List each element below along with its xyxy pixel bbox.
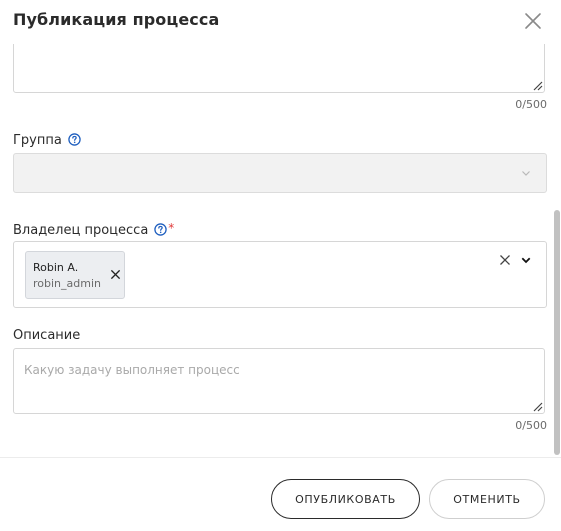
close-icon[interactable] (521, 9, 545, 33)
owner-label: Владелец процесса (13, 223, 149, 238)
chevron-down-icon (522, 171, 530, 176)
cancel-button[interactable]: ОТМЕНИТЬ (429, 479, 545, 519)
clear-icon[interactable] (499, 254, 511, 266)
description-label: Описание (13, 328, 81, 343)
description-textarea[interactable]: Какую задачу выполняет процесс (13, 348, 545, 414)
group-select (13, 153, 547, 193)
owner-label-row: Владелец процесса * (13, 221, 174, 238)
publish-process-dialog: Публикация процесса 0/500 Группа Владеле… (0, 0, 561, 531)
dialog-title: Публикация процесса (13, 10, 220, 29)
group-label-row: Группа (13, 133, 81, 148)
top-textarea-counter: 0/500 (515, 98, 547, 111)
description-placeholder: Какую задачу выполняет процесс (24, 363, 240, 377)
help-circle-icon[interactable] (68, 133, 81, 146)
owner-multiselect[interactable]: Robin A. robin_admin (13, 241, 547, 308)
dialog-scroll-area[interactable]: 0/500 Группа Владелец процесса * Robin A… (0, 44, 561, 456)
description-counter: 0/500 (515, 419, 547, 432)
required-mark: * (168, 221, 175, 235)
owner-chip: Robin A. robin_admin (25, 251, 125, 299)
resize-grip-icon[interactable] (531, 79, 543, 91)
chip-remove-icon[interactable] (110, 269, 121, 280)
publish-button[interactable]: ОПУБЛИКОВАТЬ (271, 479, 420, 519)
chevron-down-icon[interactable] (520, 254, 532, 266)
footer-divider (0, 457, 561, 458)
owner-chip-login: robin_admin (33, 277, 101, 290)
help-circle-icon[interactable] (154, 223, 168, 236)
top-textarea[interactable] (13, 44, 545, 93)
scrollbar-thumb[interactable] (554, 210, 560, 455)
owner-chip-name: Robin A. (33, 261, 79, 274)
resize-grip-icon[interactable] (531, 400, 543, 412)
group-label: Группа (13, 133, 62, 148)
